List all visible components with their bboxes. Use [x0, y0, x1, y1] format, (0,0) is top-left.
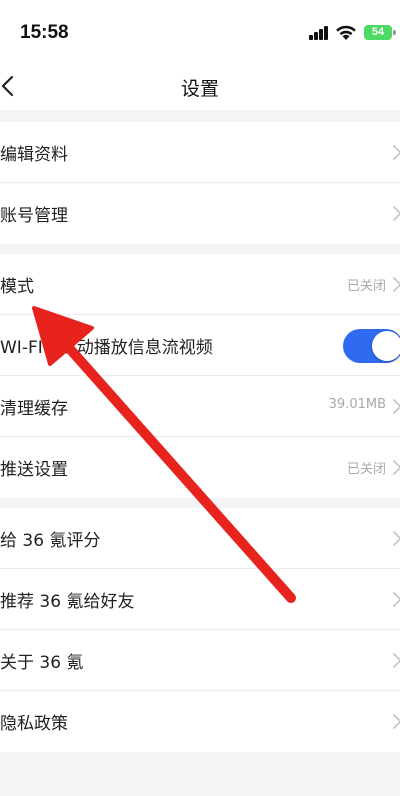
settings-row-account-management[interactable]: 账号管理	[0, 183, 400, 244]
settings-row-mode[interactable]: 模式 已关闭	[0, 254, 400, 315]
battery-level: 54	[371, 26, 385, 38]
nav-bar: 设置	[0, 62, 400, 110]
row-label: 关于 36 氪	[0, 653, 84, 673]
settings-row-edit-profile[interactable]: 编辑资料	[0, 122, 400, 183]
row-label: 清理缓存	[0, 399, 68, 419]
settings-row-rate-app[interactable]: 给 36 氪评分	[0, 508, 400, 569]
chevron-right-icon	[392, 205, 400, 222]
toggle-knob	[372, 331, 400, 361]
settings-group-general: 模式 已关闭 WI-FI下自动播放信息流视频 清理缓存 39.01MB 推送设置…	[0, 254, 400, 498]
chevron-right-icon	[392, 459, 400, 476]
settings-group-account: 编辑资料 账号管理	[0, 122, 400, 244]
row-label: 隐私政策	[0, 714, 68, 734]
settings-group-about: 给 36 氪评分 推荐 36 氪给好友 关于 36 氪 隐私政策	[0, 508, 400, 752]
wifi-autoplay-toggle[interactable]	[343, 329, 400, 363]
chevron-right-icon	[392, 591, 400, 608]
chevron-right-icon	[392, 713, 400, 730]
row-label: WI-FI下自动播放信息流视频	[0, 338, 213, 358]
row-label: 推荐 36 氪给好友	[0, 592, 135, 612]
chevron-right-icon	[392, 530, 400, 547]
chevron-right-icon	[392, 398, 400, 415]
row-value: 已关闭	[346, 279, 386, 294]
battery-cap	[393, 30, 396, 35]
settings-row-privacy[interactable]: 隐私政策	[0, 691, 400, 752]
cellular-signal-icon	[309, 26, 329, 40]
settings-row-wifi-autoplay: WI-FI下自动播放信息流视频	[0, 315, 400, 376]
settings-row-about[interactable]: 关于 36 氪	[0, 630, 400, 691]
row-value: 39.01MB	[328, 397, 386, 412]
row-label: 推送设置	[0, 460, 68, 480]
settings-row-clear-cache[interactable]: 清理缓存 39.01MB	[0, 376, 400, 437]
battery-icon: 54	[364, 25, 392, 40]
status-time: 15:58	[20, 22, 69, 43]
row-label: 编辑资料	[0, 145, 68, 165]
chevron-right-icon	[392, 652, 400, 669]
settings-row-push[interactable]: 推送设置 已关闭	[0, 437, 400, 498]
row-label: 账号管理	[0, 206, 68, 226]
wifi-icon	[336, 25, 356, 40]
page-title: 设置	[180, 78, 219, 100]
settings-row-recommend[interactable]: 推荐 36 氪给好友	[0, 569, 400, 630]
row-label: 给 36 氪评分	[0, 531, 101, 551]
status-bar: 15:58 54	[0, 0, 400, 62]
chevron-right-icon	[392, 276, 400, 293]
row-label: 模式	[0, 277, 34, 297]
chevron-right-icon	[392, 144, 400, 161]
row-value: 已关闭	[346, 462, 386, 477]
